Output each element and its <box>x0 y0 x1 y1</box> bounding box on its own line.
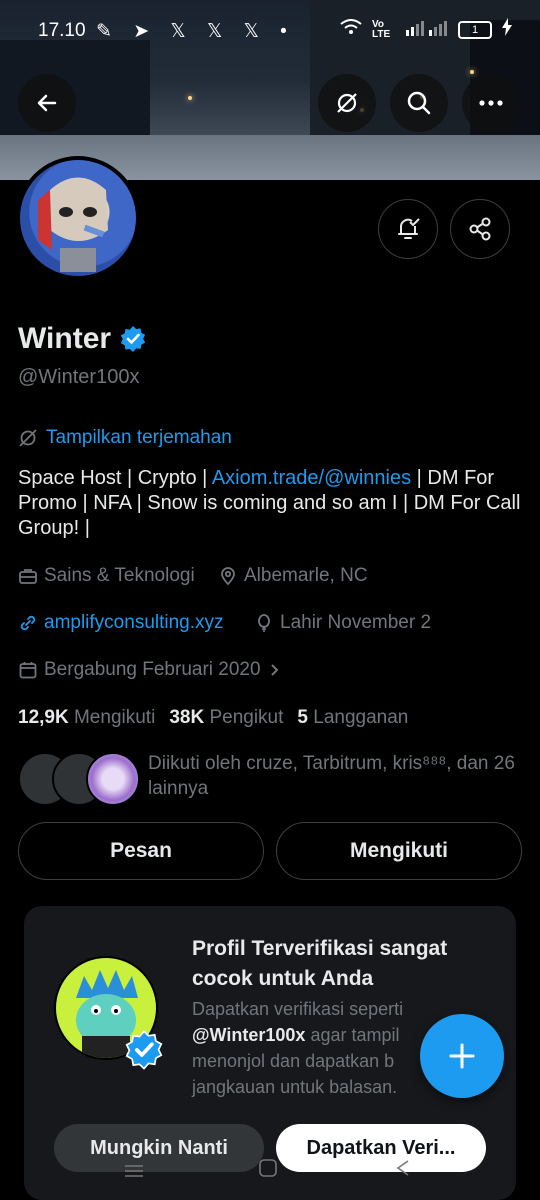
following-count: 12,9K <box>18 707 69 728</box>
charging-icon <box>502 18 512 42</box>
status-bar: 17.10 ✎ ➤ 𝕏 𝕏 𝕏 • Vo LTE 1 <box>0 0 540 60</box>
briefcase-icon <box>19 569 37 584</box>
promo-description: Dapatkan verifikasi seperti @Winter100x … <box>192 996 442 1100</box>
followers-count: 38K <box>169 707 205 728</box>
more-options-button[interactable] <box>462 74 520 132</box>
notification-icons: ✎ ➤ 𝕏 𝕏 𝕏 • <box>96 21 295 42</box>
calendar-icon <box>19 662 37 679</box>
message-button[interactable]: Pesan <box>18 822 264 880</box>
category-label: Sains & Teknologi <box>44 565 195 586</box>
profile-stats: 12,9K Mengikuti 38K Pengikut 5 Langganan <box>18 707 408 729</box>
subscriptions-stat[interactable]: 5 Langganan <box>297 707 408 729</box>
followers-label: Pengikut <box>209 707 284 728</box>
birthday-label: Lahir November 2 <box>280 612 432 633</box>
profile-name-row: Winter <box>18 322 147 356</box>
system-nav-bar <box>0 1150 540 1200</box>
subscriptions-count: 5 <box>297 707 308 728</box>
home-icon[interactable] <box>259 1159 277 1177</box>
profile-handle: @Winter100x <box>18 366 140 388</box>
signal-icon <box>404 18 448 42</box>
following-button[interactable]: Mengikuti <box>276 822 522 880</box>
more-dots-icon <box>479 100 503 106</box>
share-profile-button[interactable] <box>450 199 510 259</box>
translate-toggle-button[interactable] <box>318 74 376 132</box>
bio-link[interactable]: Axiom.trade/@winnies <box>212 467 411 489</box>
profile-category: Sains & Teknologi <box>18 565 195 587</box>
bio-text-start: Space Host | Crypto | <box>18 467 212 489</box>
profile-birthday: Lahir November 2 <box>254 612 431 634</box>
location-pin-icon <box>221 567 235 586</box>
link-icon <box>20 615 36 631</box>
arrow-left-icon <box>37 94 57 112</box>
promo-desc-handle: @Winter100x <box>192 1025 306 1045</box>
notification-subscribe-button[interactable] <box>378 199 438 259</box>
profile-avatar[interactable] <box>16 156 140 280</box>
profile-bio: Space Host | Crypto | Axiom.trade/@winni… <box>18 466 523 541</box>
profile-joined[interactable]: Bergabung Februari 2020 <box>18 659 283 681</box>
chevron-right-icon <box>270 664 278 676</box>
back-button[interactable] <box>18 74 76 132</box>
compose-post-button[interactable] <box>420 1014 504 1098</box>
followers-stat[interactable]: 38K Pengikut <box>169 707 283 729</box>
website-link[interactable]: amplifyconsulting.xyz <box>44 612 224 634</box>
profile-name: Winter <box>18 322 112 355</box>
share-icon <box>469 217 491 241</box>
following-label: Mengikuti <box>73 707 156 728</box>
bell-check-icon <box>398 218 420 239</box>
status-time: 17.10 <box>38 20 86 41</box>
show-translation-label: Tampilkan terjemahan <box>46 427 232 448</box>
back-nav-icon[interactable] <box>396 1160 410 1176</box>
profile-website[interactable]: amplifyconsulting.xyz <box>18 612 224 634</box>
battery-indicator: 1 <box>458 21 492 39</box>
promo-title: Profil Terverifikasi sangat cocok untuk … <box>192 937 448 990</box>
search-icon <box>407 91 431 115</box>
following-stat[interactable]: 12,9K Mengikuti <box>18 707 155 729</box>
promo-desc-start: Dapatkan verifikasi seperti <box>192 999 404 1019</box>
verified-badge-icon[interactable] <box>119 325 147 353</box>
recent-apps-icon[interactable] <box>124 1164 144 1178</box>
subscriptions-label: Langganan <box>313 707 409 728</box>
followed-by-text[interactable]: Diikuti oleh cruze, Tarbitrum, kris⁸⁸⁸, … <box>148 751 528 801</box>
balloon-icon <box>258 614 270 632</box>
translate-icon <box>337 93 357 113</box>
search-button[interactable] <box>390 74 448 132</box>
wifi-icon <box>340 19 362 41</box>
follower-avatar[interactable] <box>86 752 140 806</box>
plus-icon <box>449 1043 475 1069</box>
volte-label: Vo LTE <box>372 19 391 40</box>
translate-icon <box>19 429 37 447</box>
verified-badge-icon <box>125 1030 163 1070</box>
location-label: Albemarle, NC <box>244 565 368 586</box>
joined-label: Bergabung Februari 2020 <box>44 659 261 680</box>
profile-location: Albemarle, NC <box>218 565 368 587</box>
show-translation-link[interactable]: Tampilkan terjemahan <box>18 427 232 449</box>
